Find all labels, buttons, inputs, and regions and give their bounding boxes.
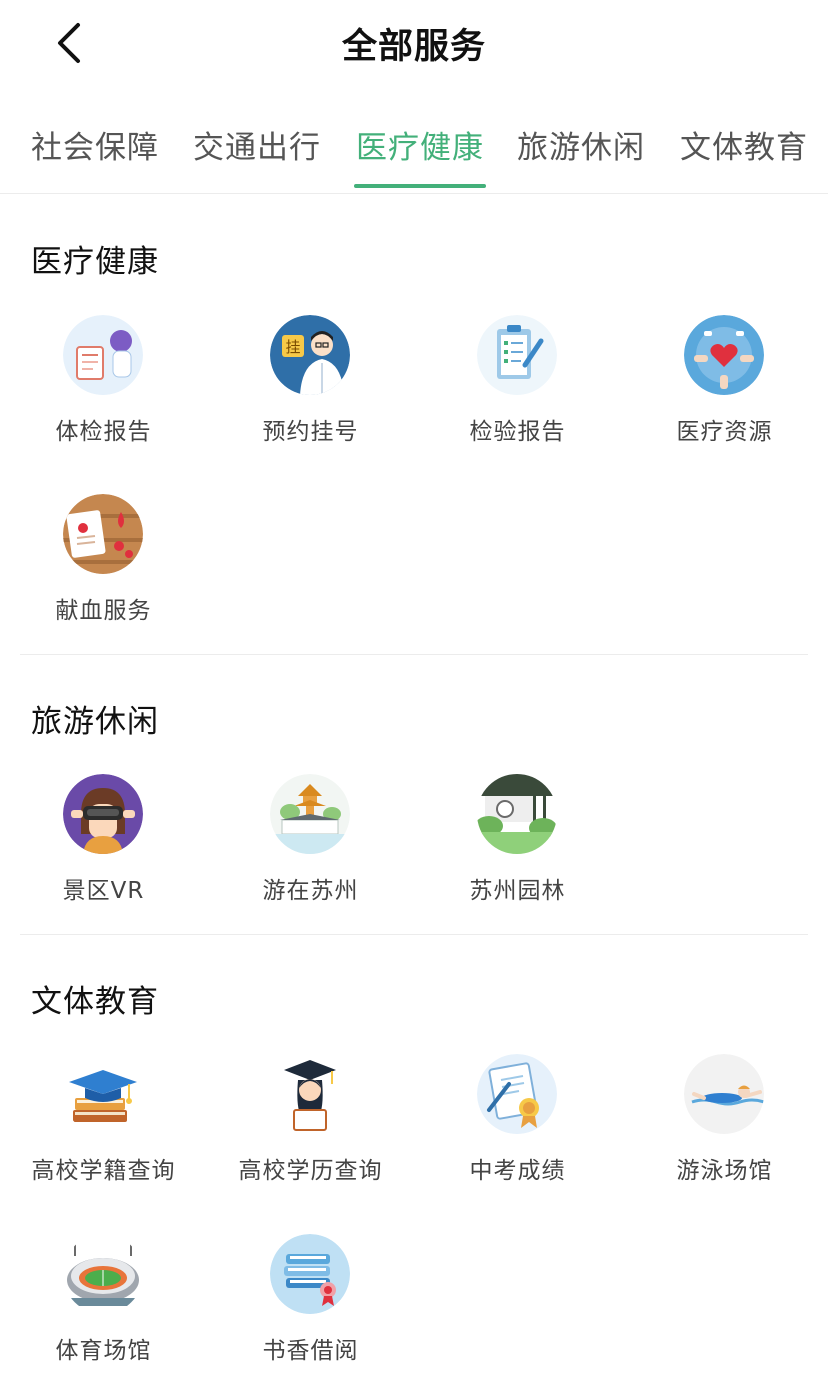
service-blood-donation[interactable]: 献血服务	[0, 494, 207, 634]
page-title: 全部服务	[341, 27, 486, 67]
service-label: 游泳场馆	[676, 1158, 773, 1184]
section-title-education: 文体教育	[31, 984, 159, 1020]
vr-headset-icon	[63, 774, 143, 854]
clipboard-report-icon	[477, 315, 557, 395]
service-travel-suzhou[interactable]: 游在苏州	[207, 774, 414, 914]
active-tab-indicator	[354, 184, 486, 188]
service-swimming-venues[interactable]: 游泳场馆	[621, 1054, 828, 1194]
tab-transportation[interactable]: 交通出行	[193, 122, 321, 167]
service-label: 预约挂号	[262, 419, 359, 445]
service-book-lending[interactable]: 书香借阅	[207, 1234, 414, 1374]
section-divider	[20, 934, 808, 935]
books-icon	[270, 1234, 350, 1314]
service-medical-checkup[interactable]: 体检报告	[0, 315, 207, 455]
service-label: 体育场馆	[55, 1338, 152, 1364]
section-divider	[20, 654, 808, 655]
tab-medical-health[interactable]: 医疗健康	[356, 122, 484, 167]
service-label: 苏州园林	[469, 878, 566, 904]
tab-social-security[interactable]: 社会保障	[31, 122, 159, 167]
service-label: 体检报告	[55, 419, 152, 445]
service-medical-resources[interactable]: 医疗资源	[621, 315, 828, 455]
service-degree-query[interactable]: 高校学历查询	[207, 1054, 414, 1194]
header: 全部服务	[0, 0, 828, 90]
service-label: 游在苏州	[262, 878, 359, 904]
service-label: 检验报告	[469, 419, 566, 445]
service-exam-scores[interactable]: 中考成绩	[414, 1054, 621, 1194]
blood-donation-icon	[63, 494, 143, 574]
svg-text:挂: 挂	[285, 338, 300, 356]
section-title-medical: 医疗健康	[31, 244, 159, 280]
service-student-status[interactable]: 高校学籍查询	[0, 1054, 207, 1194]
swimmer-icon	[684, 1054, 764, 1134]
section-title-travel: 旅游休闲	[31, 704, 159, 740]
service-appointment[interactable]: 挂 预约挂号	[207, 315, 414, 455]
service-label: 中考成绩	[469, 1158, 566, 1184]
service-label: 高校学籍查询	[31, 1158, 176, 1184]
service-scenic-vr[interactable]: 景区VR	[0, 774, 207, 914]
tab-travel-leisure[interactable]: 旅游休闲	[517, 122, 645, 167]
certificate-icon	[477, 1054, 557, 1134]
service-label: 高校学历查询	[238, 1158, 383, 1184]
tab-culture-education[interactable]: 文体教育	[680, 122, 808, 167]
service-sports-venues[interactable]: 体育场馆	[0, 1234, 207, 1374]
service-label: 书香借阅	[262, 1338, 359, 1364]
service-label: 医疗资源	[676, 419, 773, 445]
garden-icon	[477, 774, 557, 854]
pagoda-icon	[270, 774, 350, 854]
service-suzhou-gardens[interactable]: 苏州园林	[414, 774, 621, 914]
category-tabs: 社会保障 交通出行 医疗健康 旅游休闲 文体教育	[0, 114, 828, 194]
stadium-icon	[63, 1234, 143, 1314]
graduate-icon	[270, 1054, 350, 1134]
doctor-appointment-icon: 挂	[270, 315, 350, 395]
medical-checkup-icon	[63, 315, 143, 395]
graduation-books-icon	[63, 1054, 143, 1134]
heart-hands-icon	[684, 315, 764, 395]
tabs-divider	[0, 193, 828, 194]
service-label: 景区VR	[62, 878, 145, 904]
service-label: 献血服务	[55, 598, 152, 624]
service-lab-report[interactable]: 检验报告	[414, 315, 621, 455]
